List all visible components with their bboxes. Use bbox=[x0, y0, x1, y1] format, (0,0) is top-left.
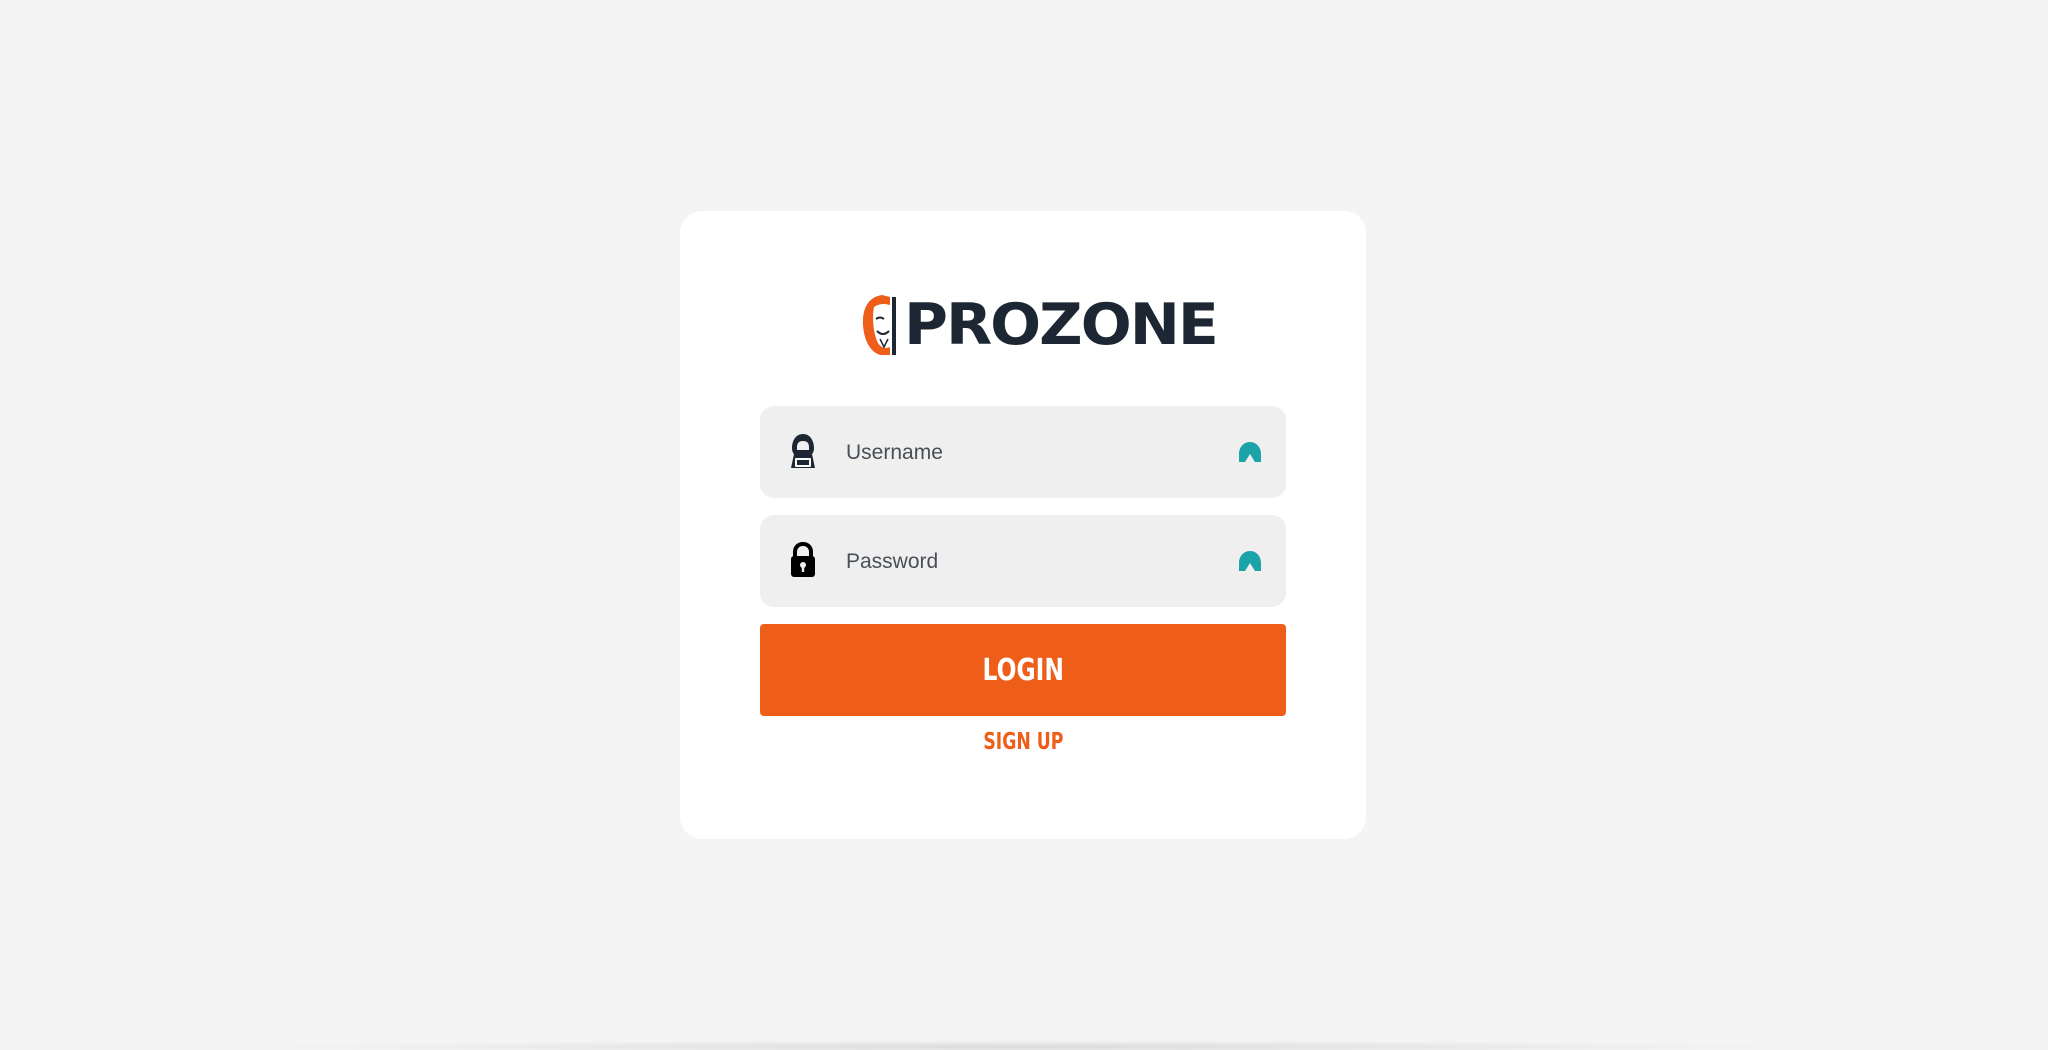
password-manager-icon[interactable] bbox=[1238, 550, 1262, 572]
login-card: PROZONE Username LOGIN SIGN UP bbox=[680, 211, 1366, 839]
logo-text: PROZONE bbox=[904, 291, 1219, 359]
page: PROZONE Username LOGIN SIGN UP bbox=[0, 0, 2048, 1050]
login-button[interactable]: LOGIN bbox=[760, 624, 1286, 716]
password-field bbox=[760, 515, 1286, 607]
bottom-shadow bbox=[240, 1040, 1810, 1050]
lock-icon bbox=[786, 541, 820, 579]
password-input[interactable] bbox=[844, 535, 1208, 589]
username-field bbox=[760, 406, 1286, 498]
login-button-label: LOGIN bbox=[982, 652, 1064, 688]
hacker-icon bbox=[786, 432, 820, 470]
hooded-mask-logo-icon bbox=[860, 293, 904, 357]
signup-link[interactable]: SIGN UP bbox=[680, 729, 1366, 755]
signup-link-label: SIGN UP bbox=[982, 729, 1064, 755]
username-input[interactable] bbox=[844, 426, 1208, 480]
prozone-logo: PROZONE bbox=[860, 289, 1219, 361]
password-manager-icon[interactable] bbox=[1238, 441, 1262, 463]
